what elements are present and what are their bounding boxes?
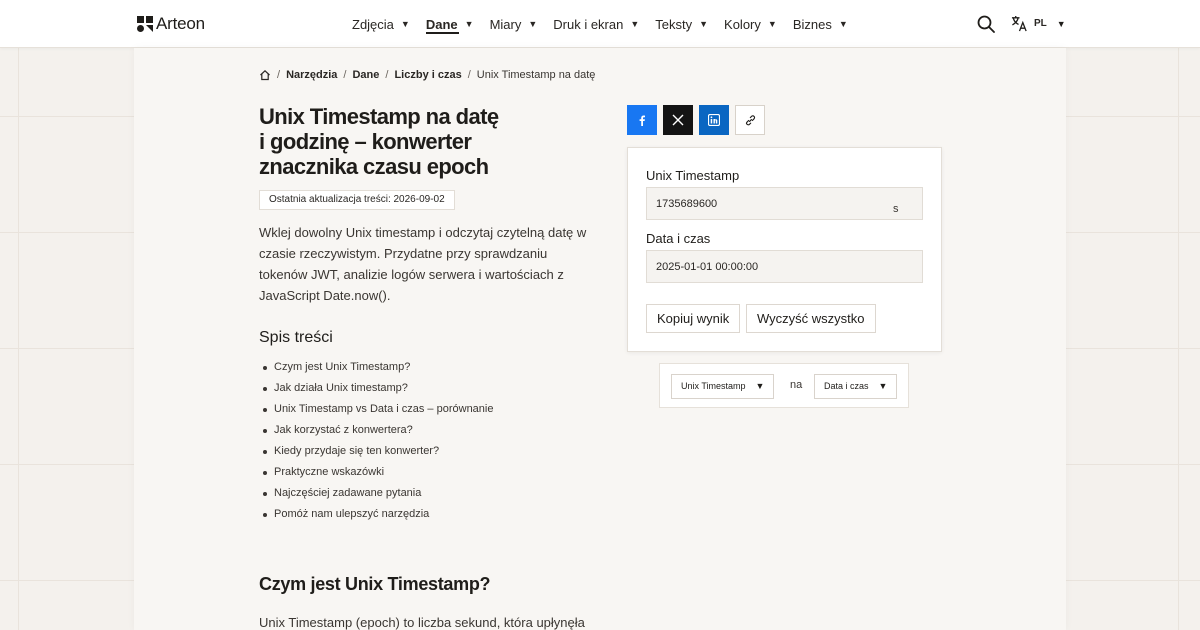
nav-item-kolory[interactable]: Kolory ▼ bbox=[724, 0, 777, 48]
table-of-contents: Czym jest Unix Timestamp? Jak działa Uni… bbox=[262, 357, 493, 525]
link-icon bbox=[745, 114, 755, 125]
toc-item[interactable]: Unix Timestamp vs Data i czas – porównan… bbox=[262, 399, 493, 420]
page-title-line: Unix Timestamp na datę bbox=[259, 104, 499, 129]
section-heading: Czym jest Unix Timestamp? bbox=[259, 574, 491, 594]
share-facebook-button[interactable] bbox=[627, 105, 657, 135]
breadcrumb-link-dane[interactable]: Dane bbox=[352, 69, 379, 81]
linkedin-icon bbox=[708, 114, 720, 126]
share-x-button[interactable] bbox=[663, 105, 693, 135]
nav-item-label: Druk i ekran bbox=[553, 16, 624, 32]
timestamp-input[interactable] bbox=[646, 187, 923, 220]
top-navigation-bar: Arteon Zdjęcia ▼ Dane ▼ Miary ▼ Druk i e… bbox=[0, 0, 1200, 48]
datetime-input[interactable] bbox=[646, 250, 923, 283]
page-title-line: znacznika czasu epoch bbox=[259, 154, 489, 179]
breadcrumb-separator: / bbox=[277, 69, 281, 81]
nav-item-teksty[interactable]: Teksty ▼ bbox=[655, 0, 708, 48]
clear-all-button[interactable]: Wyczyść wszystko bbox=[746, 304, 876, 333]
language-code: PL bbox=[1034, 18, 1047, 29]
toc-item[interactable]: Jak działa Unix timestamp? bbox=[262, 378, 493, 399]
x-icon bbox=[672, 114, 684, 126]
nav-item-label: Dane bbox=[425, 16, 458, 32]
breadcrumb-separator: / bbox=[467, 69, 471, 81]
toc-item[interactable]: Kiedy przydaje się ten konwerter? bbox=[262, 441, 493, 462]
language-selector[interactable]: PL ▼ bbox=[1011, 15, 1066, 32]
toc-item[interactable]: Najczęściej zadawane pytania bbox=[262, 483, 493, 504]
section-paragraph: Unix Timestamp (epoch) to liczba sekund,… bbox=[259, 615, 585, 630]
converter-card: Unix Timestamp s Data i czas Kopiuj wyni… bbox=[627, 147, 942, 352]
nav-item-label: Zdjęcia bbox=[352, 16, 394, 32]
share-linkedin-button[interactable] bbox=[699, 105, 729, 135]
facebook-icon bbox=[639, 115, 645, 126]
toc-item[interactable]: Jak korzystać z konwertera? bbox=[262, 420, 493, 441]
toc-item[interactable]: Pomóż nam ulepszyć narzędzia bbox=[262, 504, 493, 525]
page-title: Unix Timestamp na datę i godzinę – konwe… bbox=[259, 104, 559, 179]
from-unit-select[interactable]: Unix Timestamp ▼ bbox=[671, 374, 775, 399]
page-title-line: i godzinę – konwerter bbox=[259, 129, 472, 154]
nav-item-druk-i-ekran[interactable]: Druk i ekran ▼ bbox=[553, 0, 639, 48]
nav-item-dane[interactable]: Dane ▼ bbox=[425, 0, 474, 48]
arteon-logo-icon bbox=[137, 16, 153, 32]
chevron-down-icon: ▼ bbox=[838, 19, 848, 29]
nav-item-label: Biznes bbox=[792, 16, 832, 32]
chevron-down-icon: ▼ bbox=[755, 381, 765, 391]
chevron-down-icon: ▼ bbox=[528, 19, 538, 29]
to-unit-select[interactable]: Data i czas ▼ bbox=[814, 374, 898, 399]
breadcrumb: / Narzędzia / Dane / Liczby i czas / Uni… bbox=[259, 69, 595, 81]
nav-item-biznes[interactable]: Biznes ▼ bbox=[793, 0, 848, 48]
from-unit-value: Unix Timestamp bbox=[681, 381, 746, 391]
translate-icon bbox=[1011, 15, 1027, 32]
chevron-down-icon: ▼ bbox=[1056, 18, 1066, 29]
brand-logo[interactable]: Arteon bbox=[137, 14, 205, 34]
intro-paragraph: Wklej dowolny Unix timestamp i odczytaj … bbox=[259, 225, 587, 303]
chevron-down-icon: ▼ bbox=[699, 19, 709, 29]
breadcrumb-current: Unix Timestamp na datę bbox=[476, 69, 596, 81]
brand-name: Arteon bbox=[156, 14, 205, 33]
nav-item-miary[interactable]: Miary ▼ bbox=[490, 0, 538, 48]
breadcrumb-separator: / bbox=[343, 69, 347, 81]
nav-item-label: Teksty bbox=[655, 16, 693, 32]
toc-item[interactable]: Praktyczne wskazówki bbox=[262, 462, 493, 483]
copy-link-button[interactable] bbox=[735, 105, 765, 135]
timestamp-unit: s bbox=[893, 203, 899, 215]
home-icon[interactable] bbox=[259, 69, 271, 81]
breadcrumb-link-narzedzia[interactable]: Narzędzia bbox=[286, 69, 337, 81]
chevron-down-icon: ▼ bbox=[464, 19, 474, 29]
nav-item-label: Kolory bbox=[724, 16, 761, 32]
chevron-down-icon: ▼ bbox=[878, 381, 888, 391]
to-unit-value: Data i czas bbox=[824, 381, 869, 391]
nav-item-zdjecia[interactable]: Zdjęcia ▼ bbox=[352, 0, 410, 48]
toc-item[interactable]: Czym jest Unix Timestamp? bbox=[262, 357, 493, 378]
search-icon[interactable] bbox=[977, 15, 995, 33]
switcher-connector: na bbox=[790, 379, 803, 391]
share-buttons bbox=[627, 105, 771, 135]
breadcrumb-link-liczby-i-czas[interactable]: Liczby i czas bbox=[394, 69, 461, 81]
last-updated-badge: Ostatnia aktualizacja treści: 2026-09-02 bbox=[259, 190, 455, 210]
chevron-down-icon: ▼ bbox=[400, 19, 410, 29]
unit-switcher: Unix Timestamp ▼ na Data i czas ▼ bbox=[659, 363, 909, 408]
chevron-down-icon: ▼ bbox=[767, 19, 777, 29]
chevron-down-icon: ▼ bbox=[630, 19, 640, 29]
main-menu: Zdjęcia ▼ Dane ▼ Miary ▼ Druk i ekran ▼ … bbox=[352, 0, 864, 48]
breadcrumb-separator: / bbox=[385, 69, 389, 81]
timestamp-label: Unix Timestamp bbox=[646, 168, 740, 183]
nav-item-label: Miary bbox=[489, 16, 522, 32]
toc-heading: Spis treści bbox=[259, 329, 333, 346]
copy-result-button[interactable]: Kopiuj wynik bbox=[646, 304, 741, 333]
datetime-label: Data i czas bbox=[646, 231, 711, 246]
